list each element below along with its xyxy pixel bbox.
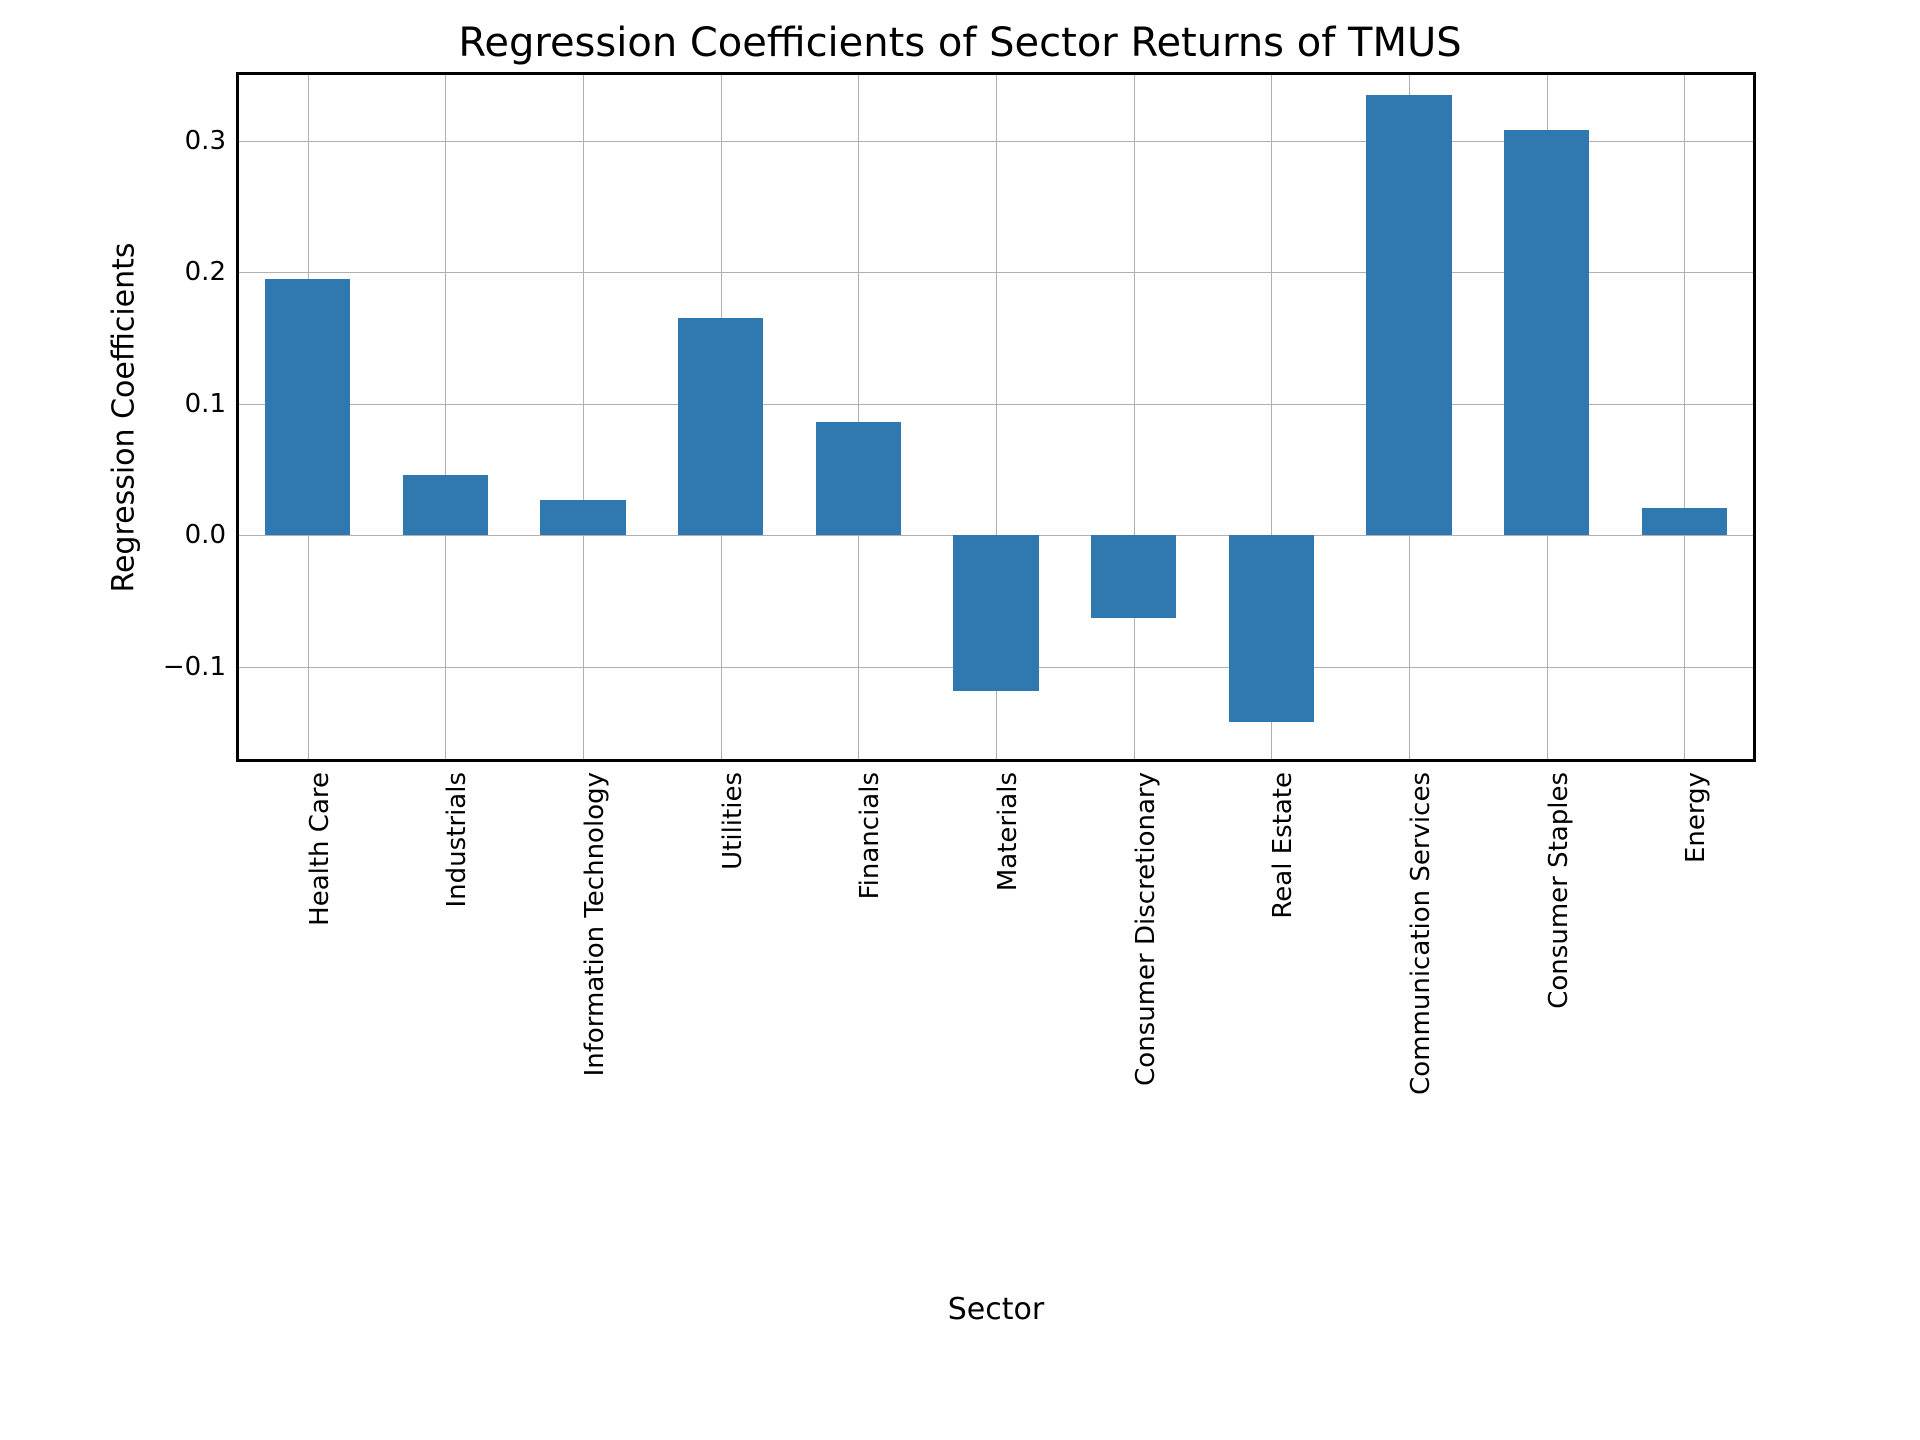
x-tick-row: Health Care Industrials Information Techno… <box>236 762 1756 1282</box>
chart-title: Regression Coefficients of Sector Return… <box>100 20 1820 66</box>
x-tick-label: Real Estate <box>1268 772 1298 919</box>
x-tick-label: Energy <box>1681 772 1711 863</box>
y-tick-label: 0.2 <box>185 257 226 287</box>
y-axis-label: Regression Coefficients <box>107 242 142 592</box>
chart-body: Regression Coefficients −0.1 0.0 0.1 0.2 0.3 <box>100 72 1820 762</box>
y-tick-label: −0.1 <box>163 652 226 682</box>
x-tick-label: Financials <box>855 772 885 899</box>
bar <box>1504 130 1589 535</box>
x-tick-label: Industrials <box>442 772 472 907</box>
bar <box>540 500 625 536</box>
gridline-vertical <box>583 75 584 759</box>
bar <box>678 318 763 535</box>
y-tick-label: 0.1 <box>185 389 226 419</box>
x-tick-label: Consumer Discretionary <box>1131 772 1161 1086</box>
y-tick-label: 0.3 <box>185 126 226 156</box>
chart-container: Regression Coefficients of Sector Return… <box>100 20 1820 1420</box>
ylabel-column: Regression Coefficients <box>100 72 148 762</box>
bar <box>1229 535 1314 722</box>
bar <box>1366 95 1451 536</box>
bar <box>816 422 901 535</box>
bar <box>1091 535 1176 618</box>
gridline-vertical <box>858 75 859 759</box>
bar <box>403 475 488 536</box>
bar <box>953 535 1038 690</box>
x-tick-label: Communication Services <box>1406 772 1436 1095</box>
x-tick-label: Utilities <box>718 772 748 870</box>
gridline-vertical <box>445 75 446 759</box>
x-tick-label: Health Care <box>305 772 335 926</box>
x-tick-label: Materials <box>993 772 1023 891</box>
gridline-vertical <box>1684 75 1685 759</box>
gridline-vertical <box>1134 75 1135 759</box>
plot-area <box>236 72 1756 762</box>
bar <box>265 279 350 536</box>
x-tick-label: Information Technology <box>580 772 610 1076</box>
bar <box>1642 508 1727 536</box>
x-tick-label: Consumer Staples <box>1544 772 1574 1009</box>
y-tick-column: −0.1 0.0 0.1 0.2 0.3 <box>148 72 236 762</box>
y-tick-label: 0.0 <box>185 520 226 550</box>
x-axis-label: Sector <box>236 1292 1756 1327</box>
